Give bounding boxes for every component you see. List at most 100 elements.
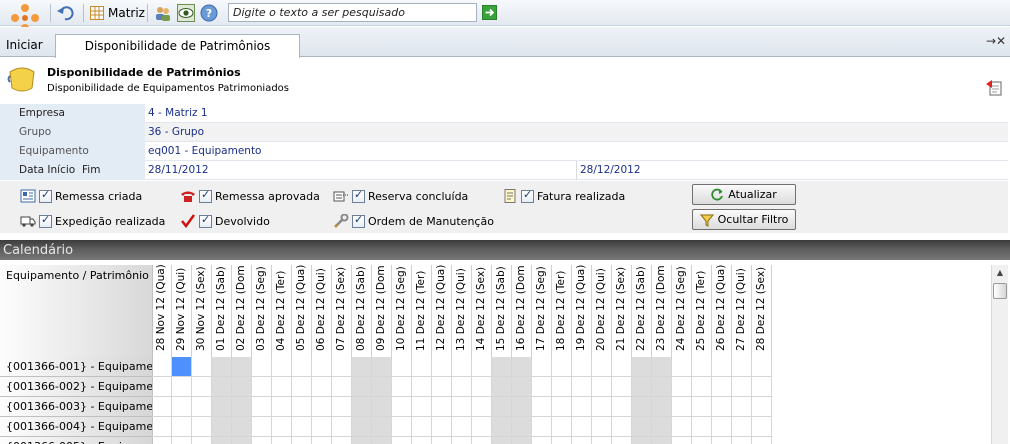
equipment-row-label[interactable]: {001366-003} - Equipamento <box>0 397 153 417</box>
equipment-row-label[interactable]: {001366-001} - Equipamento <box>0 357 153 377</box>
calendar-cell[interactable] <box>652 437 672 444</box>
calendar-cell[interactable] <box>332 397 352 417</box>
calendar-cell[interactable] <box>352 397 372 417</box>
calendar-cell[interactable] <box>392 357 412 377</box>
calendar-cell[interactable] <box>192 357 212 377</box>
calendar-cell[interactable] <box>432 397 452 417</box>
empresa-value[interactable]: 4 - Matriz 1 <box>148 107 208 119</box>
calendar-cell[interactable] <box>192 397 212 417</box>
calendar-cell[interactable] <box>372 417 392 437</box>
calendar-cell[interactable] <box>532 377 552 397</box>
calendar-cell[interactable] <box>292 357 312 377</box>
calendar-cell[interactable] <box>692 377 712 397</box>
calendar-cell[interactable] <box>472 437 492 444</box>
calendar-cell[interactable] <box>332 377 352 397</box>
matriz-button[interactable]: Matriz <box>90 3 145 23</box>
calendar-cell[interactable] <box>252 417 272 437</box>
calendar-cell[interactable] <box>472 377 492 397</box>
grupo-value[interactable]: 36 - Grupo <box>148 126 204 138</box>
calendar-cell[interactable] <box>712 417 732 437</box>
calendar-cell[interactable] <box>432 437 452 444</box>
calendar-cell[interactable] <box>412 357 432 377</box>
calendar-cell[interactable] <box>492 397 512 417</box>
calendar-cell[interactable] <box>292 417 312 437</box>
calendar-cell[interactable] <box>712 357 732 377</box>
calendar-cell[interactable] <box>632 417 652 437</box>
expedicao-realizada-checkbox[interactable] <box>39 213 52 228</box>
calendar-cell[interactable] <box>732 417 752 437</box>
calendar-cell[interactable] <box>592 437 612 444</box>
calendar-cell[interactable] <box>272 357 292 377</box>
calendar-cell[interactable] <box>232 397 252 417</box>
calendar-cell[interactable] <box>412 397 432 417</box>
ordem-manutencao-checkbox[interactable] <box>352 213 365 228</box>
fatura-realizada-checkbox[interactable] <box>521 188 534 203</box>
equipment-row-label[interactable]: {001366-004} - Equipamento <box>0 417 153 437</box>
ocultar-filtro-button[interactable]: Ocultar Filtro <box>692 209 796 230</box>
calendar-cell[interactable] <box>732 437 752 444</box>
calendar-cell[interactable] <box>612 437 632 444</box>
calendar-cell[interactable] <box>252 437 272 444</box>
calendar-cell[interactable] <box>652 377 672 397</box>
calendar-cell[interactable] <box>292 377 312 397</box>
calendar-cell[interactable] <box>412 417 432 437</box>
calendar-cell[interactable] <box>732 357 752 377</box>
calendar-cell[interactable] <box>692 397 712 417</box>
calendar-cell[interactable] <box>152 397 172 417</box>
calendar-cell[interactable] <box>372 397 392 417</box>
calendar-cell[interactable] <box>572 437 592 444</box>
calendar-cell[interactable] <box>752 397 772 417</box>
calendar-cell[interactable] <box>352 437 372 444</box>
calendar-cell[interactable] <box>312 417 332 437</box>
calendar-cell[interactable] <box>332 417 352 437</box>
calendar-cell[interactable] <box>172 437 192 444</box>
calendar-cell[interactable] <box>292 437 312 444</box>
calendar-cell[interactable] <box>572 417 592 437</box>
calendar-cell[interactable] <box>152 417 172 437</box>
calendar-cell[interactable] <box>412 377 432 397</box>
calendar-cell[interactable] <box>272 437 292 444</box>
calendar-cell[interactable] <box>312 397 332 417</box>
calendar-cell[interactable] <box>572 397 592 417</box>
calendar-cell[interactable] <box>432 377 452 397</box>
calendar-cell[interactable] <box>252 357 272 377</box>
calendar-cell[interactable] <box>672 397 692 417</box>
calendar-cell[interactable] <box>332 437 352 444</box>
calendar-cell[interactable] <box>492 377 512 397</box>
calendar-cell[interactable] <box>592 397 612 417</box>
calendar-cell[interactable] <box>632 437 652 444</box>
calendar-cell[interactable] <box>212 417 232 437</box>
calendar-cell[interactable] <box>352 417 372 437</box>
calendar-cell[interactable] <box>692 357 712 377</box>
calendar-cell[interactable] <box>712 377 732 397</box>
calendar-cell[interactable] <box>432 357 452 377</box>
calendar-cell[interactable] <box>612 397 632 417</box>
calendar-cell[interactable] <box>152 357 172 377</box>
calendar-cell[interactable] <box>452 397 472 417</box>
search-input[interactable] <box>228 3 477 22</box>
calendar-cell[interactable] <box>532 397 552 417</box>
calendar-cell[interactable] <box>632 377 652 397</box>
calendar-cell[interactable] <box>172 417 192 437</box>
calendar-cell[interactable] <box>512 377 532 397</box>
calendar-cell[interactable] <box>212 397 232 417</box>
calendar-cell[interactable] <box>572 377 592 397</box>
calendar-cell[interactable] <box>192 437 212 444</box>
calendar-cell[interactable] <box>612 357 632 377</box>
eye-icon[interactable] <box>177 4 195 22</box>
calendar-cell[interactable] <box>412 437 432 444</box>
calendar-cell[interactable] <box>252 377 272 397</box>
calendar-cell[interactable] <box>632 397 652 417</box>
calendar-cell[interactable] <box>552 357 572 377</box>
reserva-concluida-checkbox[interactable] <box>352 188 365 203</box>
calendar-cell[interactable] <box>272 377 292 397</box>
calendar-cell[interactable] <box>372 377 392 397</box>
calendar-cell[interactable] <box>712 397 732 417</box>
calendar-cell[interactable] <box>592 357 612 377</box>
calendar-cell[interactable] <box>192 377 212 397</box>
calendar-cell[interactable] <box>552 397 572 417</box>
calendar-cell[interactable] <box>452 417 472 437</box>
calendar-cell[interactable] <box>652 417 672 437</box>
data-inicio-field[interactable]: 28/11/2012 <box>145 161 577 180</box>
equipment-row-label[interactable]: {001366-005} - Equipamento <box>0 437 153 444</box>
